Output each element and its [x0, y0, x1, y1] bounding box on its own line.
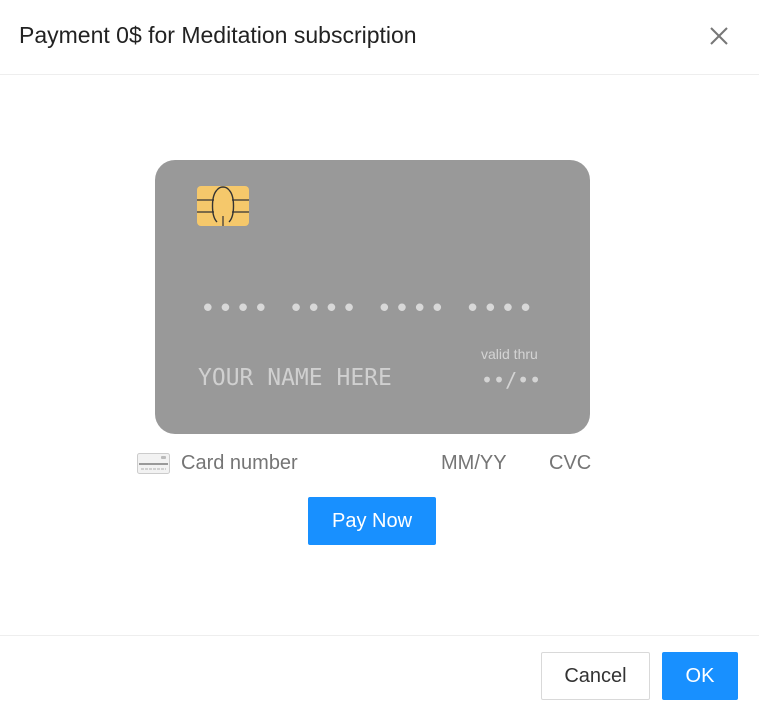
valid-thru-label: valid thru [481, 346, 538, 362]
payment-modal: Payment 0$ for Meditation subscription •… [0, 0, 759, 705]
modal-title: Payment 0$ for Meditation subscription [19, 22, 417, 48]
cancel-button[interactable]: Cancel [541, 652, 650, 700]
credit-card-preview: •••• •••• •••• •••• YOUR NAME HERE valid… [155, 160, 590, 434]
card-chip-icon [197, 186, 249, 226]
pay-now-button[interactable]: Pay Now [308, 497, 436, 545]
card-number-input[interactable]: Card number [181, 452, 298, 475]
cardholder-name-display: YOUR NAME HERE [198, 365, 392, 391]
card-number-display: •••• •••• •••• •••• [200, 294, 536, 324]
card-input: Card number MM/YY CVC [137, 446, 597, 482]
expiry-display: ••/•• [481, 368, 542, 392]
cvc-input[interactable]: CVC [549, 452, 591, 475]
modal-header: Payment 0$ for Meditation subscription [0, 0, 759, 75]
close-button[interactable] [705, 22, 733, 50]
credit-card-icon [137, 453, 170, 474]
expiry-input[interactable]: MM/YY [441, 452, 507, 475]
close-icon [710, 27, 728, 45]
ok-button[interactable]: OK [662, 652, 738, 700]
modal-footer: Cancel OK [0, 635, 759, 705]
